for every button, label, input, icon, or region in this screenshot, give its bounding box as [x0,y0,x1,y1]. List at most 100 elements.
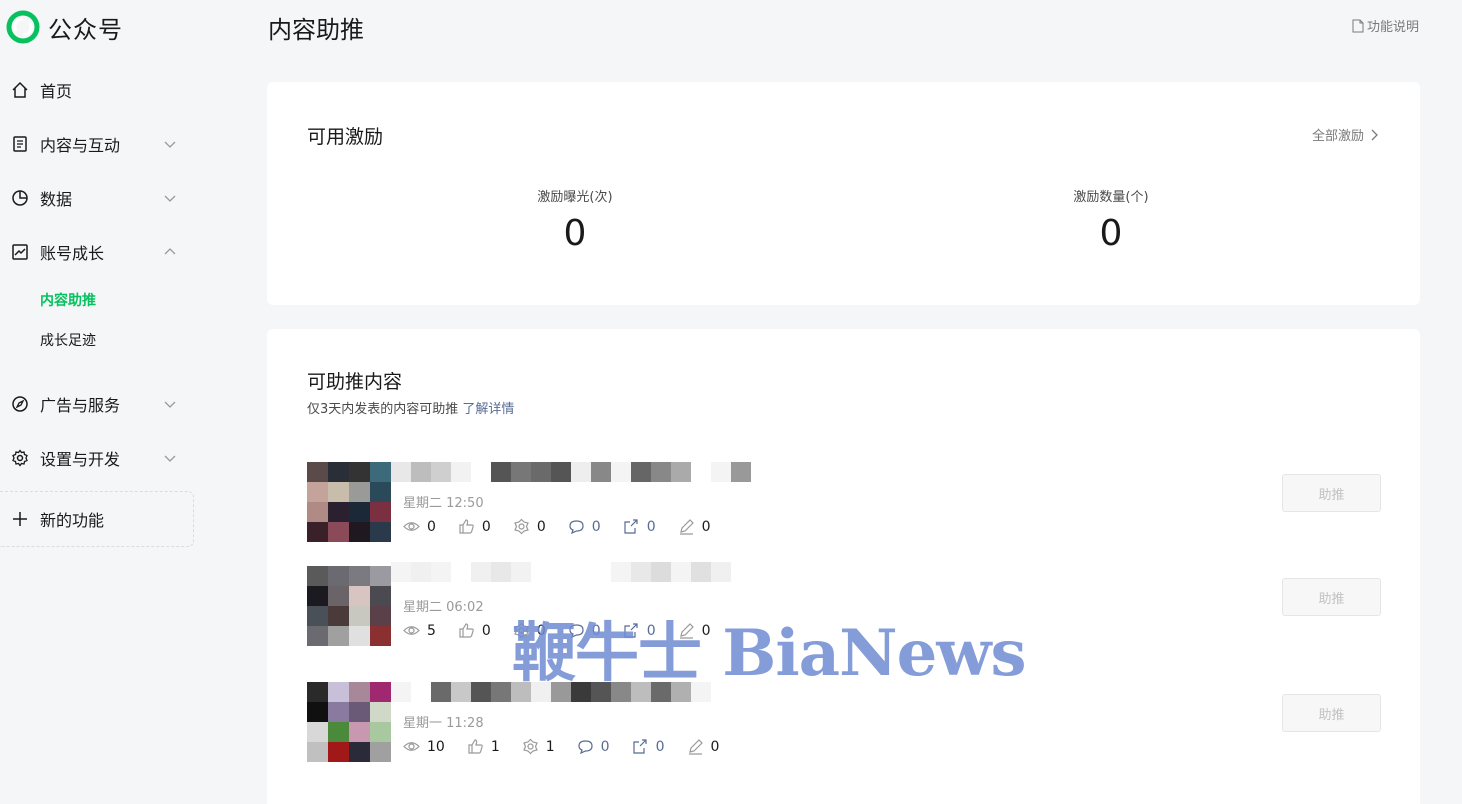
chevron-right-icon [1371,129,1378,140]
article-title-blurred [391,682,711,702]
views-count: 0 [427,518,436,535]
shares-count: 0 [655,738,665,755]
article-thumbnail [307,682,391,762]
shares-count: 0 [646,622,656,639]
article-title-blurred [391,562,751,582]
stat-label: 激励曝光(次) [537,190,613,205]
page-title: 内容助推 [268,16,364,44]
edits-metric: 0 [678,518,711,535]
home-icon [12,81,28,98]
comments-count: 0 [591,622,601,639]
sidebar-item-label: 数据 [40,190,73,209]
edits-count: 0 [710,738,720,755]
comments-count: 0 [600,738,610,755]
flower-icon [522,738,538,755]
likes-count: 0 [481,622,491,639]
chevron-down-icon [164,195,176,202]
eye-icon [403,626,420,635]
shares-metric[interactable]: 0 [632,738,665,755]
new-feature-button[interactable]: 新的功能 [0,491,194,547]
likes-metric: 0 [458,622,491,639]
sidebar-item-content[interactable]: 内容与互动 [0,124,190,164]
sidebar-item-ads[interactable]: 广告与服务 [0,384,190,424]
article-thumbnail [307,462,391,542]
pie-chart-icon [12,190,28,206]
sidebar-item-data[interactable]: 数据 [0,178,190,218]
comments-metric[interactable]: 0 [568,622,601,639]
sidebar-item-label: 账号成长 [40,244,105,263]
all-incentives-link[interactable]: 全部激励 [1312,125,1378,144]
plus-icon [13,512,27,526]
incentives-card: 可用激励 全部激励 激励曝光(次) 0 激励数量(个) 0 [267,82,1420,305]
boost-content-card: 可助推内容 仅3天内发表的内容可助推 了解详情 星期二 12:50 0 0 0 … [267,329,1420,804]
document-icon [1352,19,1364,32]
boost-button[interactable]: 助推 [1282,474,1381,512]
sidebar-subitem-growth-track[interactable]: 成长足迹 [40,330,96,350]
article-metrics: 0 0 0 0 0 0 [403,518,733,535]
eye-icon [403,522,420,531]
edits-count: 0 [701,518,711,535]
stat-value: 0 [1099,213,1123,254]
document-icon [13,136,27,152]
share-icon [632,739,647,754]
sidebar: 公众号 首页 内容与互动 数据 账号成长 内容助推 成长足迹 广告与服务 设置与… [0,0,200,804]
likes-count: 0 [481,518,491,535]
sidebar-item-label: 内容与互动 [40,136,121,155]
sidebar-item-growth[interactable]: 账号成长 [0,232,190,272]
eye-icon [403,742,420,751]
sidebar-item-label: 广告与服务 [40,396,121,415]
shares-count: 0 [646,518,656,535]
likes-metric: 1 [467,738,500,755]
wow-metric: 1 [522,738,555,755]
sidebar-item-label: 设置与开发 [40,450,121,469]
views-metric: 5 [403,622,436,639]
comments-count: 0 [591,518,601,535]
content-row: 星期二 06:02 5 0 0 0 0 0 助推 [307,562,1381,646]
views-count: 5 [427,622,436,639]
boost-desc-text: 仅3天内发表的内容可助推 [307,402,459,417]
boost-button[interactable]: 助推 [1282,578,1381,616]
views-metric: 10 [403,738,445,755]
flower-icon [514,622,529,639]
incentives-title: 可用激励 [307,126,384,148]
comments-metric[interactable]: 0 [577,738,610,755]
comment-icon [578,740,593,755]
learn-more-link[interactable]: 了解详情 [462,402,514,417]
flower-icon [514,518,529,535]
stat-exposure: 激励曝光(次) 0 [475,186,675,254]
help-link[interactable]: 功能说明 [1352,16,1419,35]
thumbs-up-icon [468,739,483,754]
pencil-icon [688,739,703,755]
sidebar-item-settings[interactable]: 设置与开发 [0,438,190,478]
stat-value: 0 [563,213,587,254]
article-metrics: 5 0 0 0 0 0 [403,622,733,639]
shares-metric[interactable]: 0 [623,518,656,535]
edits-count: 0 [701,622,711,639]
shares-metric[interactable]: 0 [623,622,656,639]
chevron-down-icon [164,455,176,462]
sidebar-subitem-content-boost[interactable]: 内容助推 [40,290,96,310]
share-icon [624,519,638,534]
brand-name: 公众号 [48,15,123,44]
boost-button[interactable]: 助推 [1282,694,1381,732]
edits-metric: 0 [687,738,720,755]
stat-count: 激励数量(个) 0 [1011,186,1211,254]
thumbs-up-icon [459,519,474,534]
compass-icon [12,396,28,412]
chevron-up-icon [164,248,176,255]
likes-count: 1 [490,738,500,755]
article-thumbnail [307,566,391,646]
comments-metric[interactable]: 0 [568,518,601,535]
chevron-down-icon [164,141,176,148]
publish-time: 星期二 06:02 [403,600,484,615]
article-title-blurred [391,462,751,482]
sidebar-item-home[interactable]: 首页 [0,70,190,110]
help-link-label: 功能说明 [1366,20,1419,35]
boost-content-title: 可助推内容 [307,371,403,393]
wechat-official-logo-icon [6,10,40,44]
views-metric: 0 [403,518,436,535]
share-icon [624,623,638,638]
wow-metric: 0 [513,518,546,535]
brand[interactable]: 公众号 [6,10,123,44]
comment-icon [569,520,584,535]
